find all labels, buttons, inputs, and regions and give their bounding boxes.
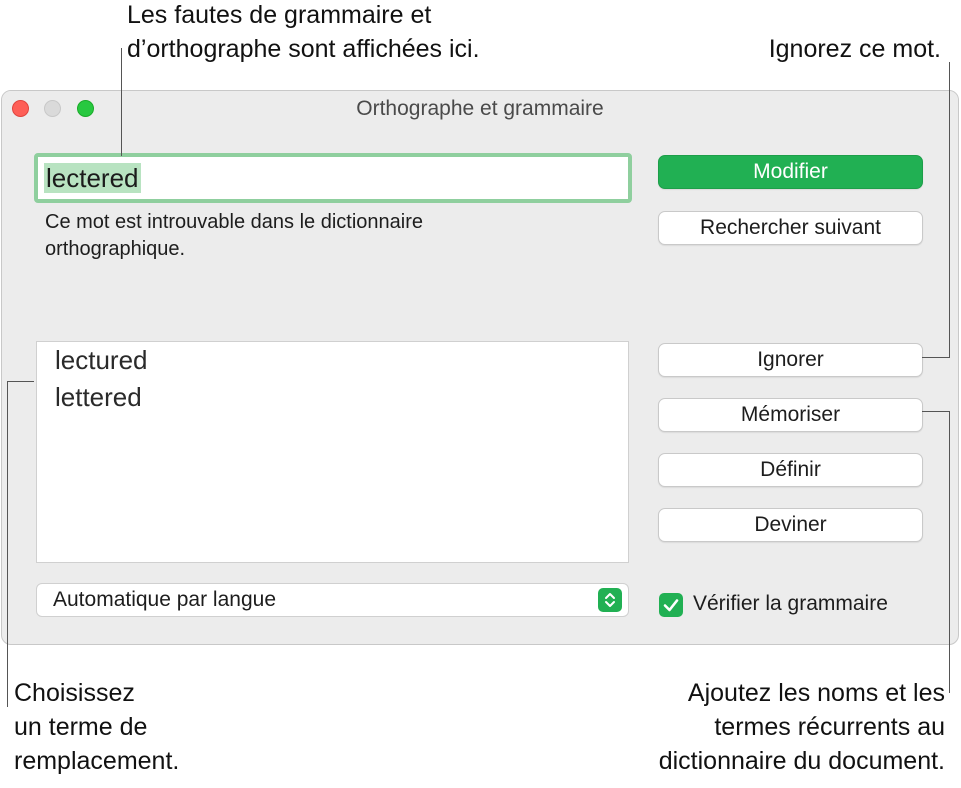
callout-line: remplacement.: [14, 747, 180, 775]
define-button[interactable]: Définir: [658, 453, 923, 487]
leader-line: [121, 48, 122, 156]
learn-button[interactable]: Mémoriser: [658, 398, 923, 432]
guess-button[interactable]: Deviner: [658, 508, 923, 542]
chevron-up-down-icon: [598, 588, 622, 612]
find-next-button[interactable]: Rechercher suivant: [658, 211, 923, 245]
callout-line: d’orthographe sont affichées ici.: [127, 35, 480, 63]
callout-ignore-word: Ignorez ce mot.: [769, 32, 941, 66]
status-message-line: orthographique.: [45, 238, 186, 260]
callout-errors-shown: Les fautes de grammaire et d’orthographe…: [127, 0, 480, 66]
misspelled-word-text: lectered: [44, 163, 141, 193]
callout-line: Les fautes de grammaire et: [127, 1, 432, 29]
language-select[interactable]: Automatique par langue: [36, 583, 629, 617]
callout-add-to-dictionary: Ajoutez les noms et les termes récurrent…: [659, 676, 945, 778]
leader-line: [949, 62, 950, 358]
title-bar: Orthographe et grammaire: [2, 91, 958, 129]
leader-line: [922, 357, 950, 358]
leader-line: [7, 381, 8, 707]
suggestion-item[interactable]: lettered: [55, 381, 142, 413]
check-grammar-checkbox[interactable]: [659, 593, 683, 617]
callout-choose-replacement: Choisissez un terme de remplacement.: [14, 676, 179, 778]
check-grammar-label: Vérifier la grammaire: [693, 592, 888, 615]
status-message-line: Ce mot est introuvable dans le dictionna…: [45, 211, 423, 233]
window-title: Orthographe et grammaire: [356, 97, 604, 120]
callout-line: dictionnaire du document.: [658, 747, 945, 775]
misspelled-word-field[interactable]: lectered: [34, 153, 632, 203]
leader-line: [922, 411, 950, 412]
leader-line: [949, 411, 950, 693]
language-select-value: Automatique par langue: [53, 588, 276, 611]
ignore-button[interactable]: Ignorer: [658, 343, 923, 377]
leader-line: [7, 381, 34, 382]
suggestion-item[interactable]: lectured: [55, 344, 148, 376]
callout-line: Choisissez: [14, 679, 135, 707]
checkmark-icon: [663, 599, 679, 612]
spelling-grammar-window: Orthographe et grammaire lectered Ce mot…: [1, 90, 959, 645]
change-button[interactable]: Modifier: [658, 155, 923, 189]
status-message: Ce mot est introuvable dans le dictionna…: [45, 209, 605, 263]
callout-line: termes récurrents au: [714, 713, 945, 741]
callout-line: Ignorez ce mot.: [768, 35, 941, 63]
callout-line: Ajoutez les noms et les: [687, 679, 945, 707]
callout-line: un terme de: [14, 713, 148, 741]
suggestions-list[interactable]: lectured lettered: [36, 341, 629, 563]
